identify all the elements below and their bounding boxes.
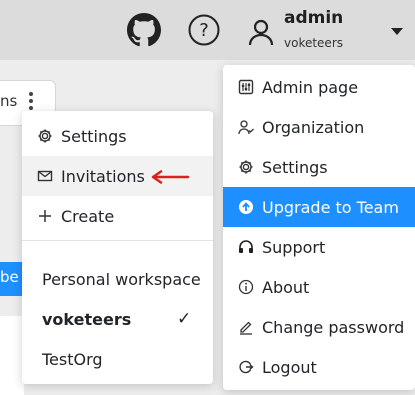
checkmark-icon: ✓ [177,309,192,329]
menu-item-label: Admin page [262,77,359,97]
menu-item-label: About [262,277,310,297]
workspace-item-testorg[interactable]: TestOrg [42,350,103,369]
menu-item-settings[interactable]: Settings [22,116,213,156]
menu-item-label: Settings [262,157,328,177]
workspace-item-voketeers[interactable]: voketeers [42,310,131,329]
menu-item-about[interactable]: About [223,267,415,307]
more-vertical-icon[interactable] [28,90,34,112]
gear-icon [38,129,52,143]
top-bar: ? admin voketeers [0,0,415,60]
current-workspace[interactable]: voketeers [284,36,343,50]
menu-item-change-password[interactable]: Change password [223,307,415,347]
background-panel [0,316,24,395]
svg-text:?: ? [199,20,209,41]
menu-item-label: Invitations [61,166,145,186]
info-icon [238,279,254,295]
pencil-icon [240,321,252,335]
help-circle-icon[interactable]: ? [187,13,221,47]
menu-item-label: Upgrade to Team [262,197,399,217]
gear-icon [239,160,253,174]
menu-item-create[interactable]: Create [22,196,213,236]
plus-icon [39,210,51,222]
username[interactable]: admin [284,8,343,28]
menu-divider [22,240,213,241]
github-icon[interactable] [127,13,161,47]
envelope-icon [37,170,53,182]
menu-item-support[interactable]: Support [223,227,415,267]
headset-icon [239,240,253,253]
user-icon[interactable] [248,18,274,46]
admin-page-icon [238,79,254,95]
workspace-item-personal[interactable]: Personal workspace [42,270,201,289]
menu-item-admin-page[interactable]: Admin page [223,67,415,107]
organization-icon [238,120,254,135]
upgrade-arrow-icon [239,200,253,214]
account-menu: Admin page Organization Settings Upgrade… [223,65,415,390]
logout-icon [239,360,254,374]
menu-item-logout[interactable]: Logout [223,347,415,387]
menu-item-settings[interactable]: Settings [223,147,415,187]
menu-item-label: Support [262,237,326,257]
menu-item-label: Settings [61,126,127,146]
menu-item-label: Logout [262,357,317,377]
menu-item-label: Create [61,206,115,226]
menu-item-upgrade-to-team[interactable]: Upgrade to Team [223,187,415,227]
menu-item-organization[interactable]: Organization [223,107,415,147]
menu-item-label: Change password [262,317,405,337]
menu-item-label: Organization [262,117,365,137]
workspace-menu: Settings Invitations Create Personal wor… [22,111,213,384]
red-arrow-annotation-icon [151,170,190,184]
chevron-down-icon[interactable] [391,28,403,35]
background-card-text: ns [0,92,18,110]
